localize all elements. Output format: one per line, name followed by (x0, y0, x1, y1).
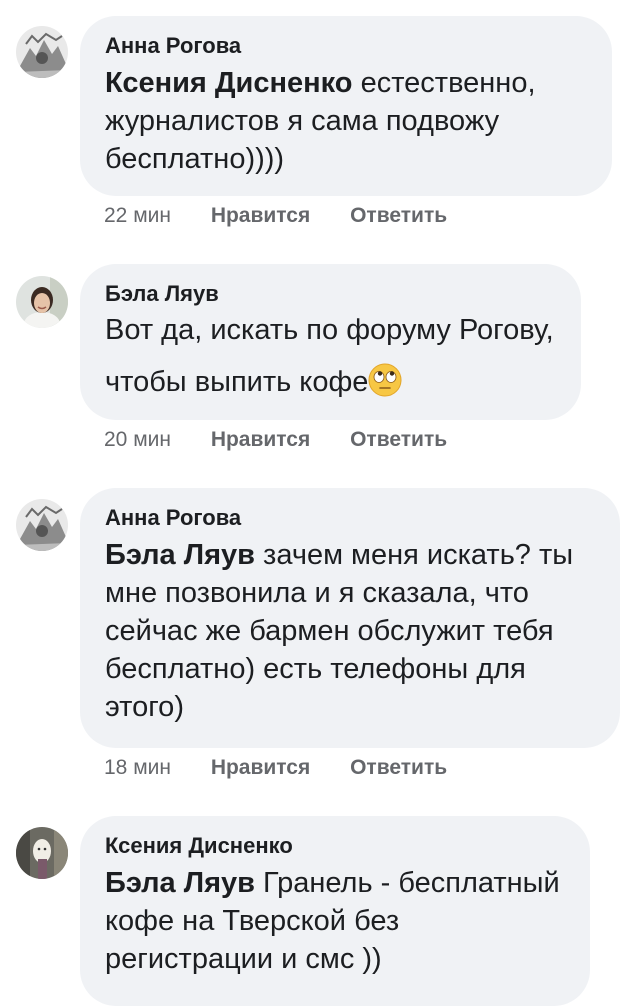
avatar-photo-bela (16, 276, 68, 328)
eye-roll-emoji-icon (368, 362, 402, 397)
reply-button[interactable]: Ответить (350, 202, 447, 230)
comment-actions: 22 мин Нравится Ответить (104, 202, 447, 230)
comment-author[interactable]: Ксения Дисненко (105, 832, 564, 860)
comment-author[interactable]: Анна Рогова (105, 504, 594, 532)
reply-button[interactable]: Ответить (350, 754, 447, 782)
comment-bubble: Бэла Ляув Вот да, искать по форуму Рогов… (80, 264, 581, 420)
avatar[interactable] (16, 499, 68, 551)
avatar-photo-ksenia (16, 827, 68, 879)
like-button[interactable]: Нравится (211, 202, 310, 230)
comment-bubble: Анна Рогова Ксения Дисненко естественно,… (80, 16, 612, 196)
mention-link[interactable]: Бэла Ляув (105, 539, 255, 571)
comment-text: Бэла Ляув Гранель - бесплатный кофе на Т… (105, 864, 564, 978)
avatar[interactable] (16, 26, 68, 78)
comment-body: Вот да, искать по форуму Рогову, чтобы в… (105, 314, 554, 398)
comment-timestamp[interactable]: 22 мин (104, 202, 171, 230)
avatar[interactable] (16, 827, 68, 879)
avatar-photo-anna (16, 26, 68, 78)
mention-link[interactable]: Бэла Ляув (105, 867, 255, 899)
comment-text: Вот да, искать по форуму Рогову, чтобы в… (105, 304, 555, 408)
comment-text: Бэла Ляув зачем меня искать? ты мне позв… (105, 536, 594, 726)
avatar[interactable] (16, 276, 68, 328)
like-button[interactable]: Нравится (211, 426, 310, 454)
comment-bubble: Анна Рогова Бэла Ляув зачем меня искать?… (80, 488, 620, 748)
like-button[interactable]: Нравится (211, 754, 310, 782)
reply-button[interactable]: Ответить (350, 426, 447, 454)
mention-link[interactable]: Ксения Дисненко (105, 67, 353, 99)
comment-timestamp[interactable]: 18 мин (104, 754, 171, 782)
comment-text: Ксения Дисненко естественно, журналистов… (105, 64, 586, 178)
comment-actions: 18 мин Нравится Ответить (104, 754, 447, 782)
comment-timestamp[interactable]: 20 мин (104, 426, 171, 454)
comment-author[interactable]: Анна Рогова (105, 32, 586, 60)
comment-actions: 20 мин Нравится Ответить (104, 426, 447, 454)
avatar-photo-anna (16, 499, 68, 551)
comment-bubble: Ксения Дисненко Бэла Ляув Гранель - бесп… (80, 816, 590, 1006)
